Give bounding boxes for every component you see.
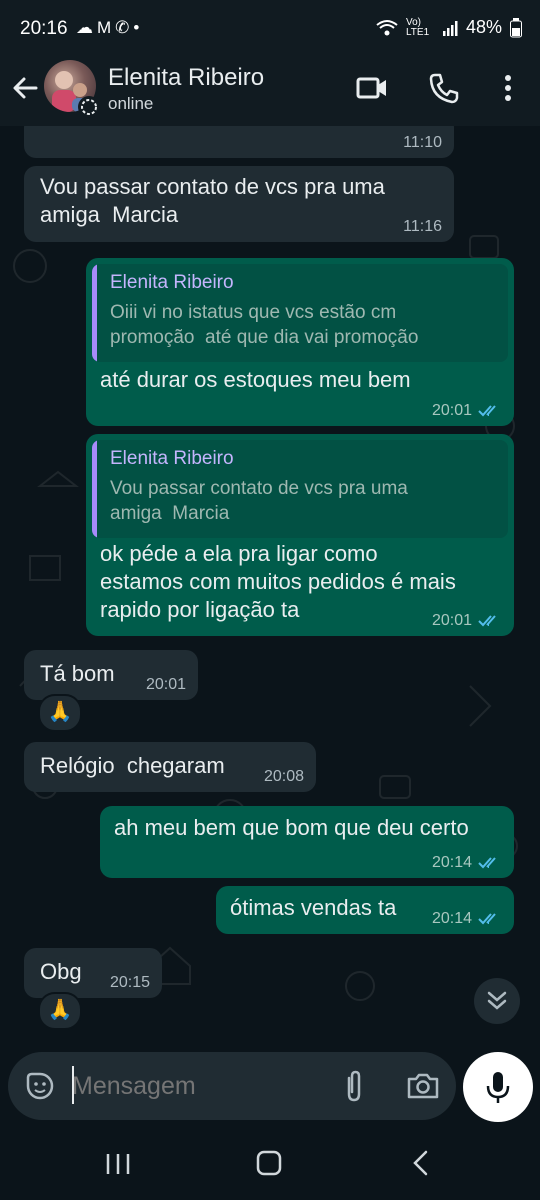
camera-icon[interactable] (406, 1070, 440, 1102)
network-label: Vo) LTE1 (405, 16, 430, 38)
read-ticks-icon (478, 405, 496, 417)
chat-header: Elenita Ribeiro online (0, 58, 540, 126)
message-meta: 20:14 (432, 910, 502, 928)
quoted-message[interactable]: Elenita Ribeiro Vou passar contato de vc… (92, 440, 508, 538)
scroll-to-bottom-button[interactable] (474, 978, 520, 1024)
message-text: ah meu bem que bom que deu certo (114, 815, 469, 840)
microphone-icon (486, 1072, 510, 1103)
message-meta: 20:01 (146, 676, 186, 694)
message-text: até durar os estoques meu bem (100, 367, 411, 392)
gmail-icon: M (97, 18, 116, 37)
back-arrow-icon[interactable] (8, 70, 44, 106)
status-time: 20:16 (20, 18, 68, 39)
message-time: 20:14 (431, 854, 472, 871)
read-ticks-icon (478, 913, 496, 925)
message-bubble-outgoing[interactable]: Elenita Ribeiro Oiii vi no istatus que v… (86, 258, 514, 426)
message-input[interactable] (72, 1066, 322, 1106)
cloud-icon: ☁ (76, 18, 97, 37)
message-time: 20:01 (431, 402, 472, 419)
battery-percent: 48% (465, 17, 502, 37)
quoted-text: Oiii vi no istatus que vcs estão cm prom… (110, 302, 419, 348)
contact-name[interactable]: Elenita Ribeiro (108, 64, 264, 92)
message-bubble-incoming[interactable]: 11:10 (24, 126, 454, 158)
message-meta: 11:10 (403, 134, 442, 152)
message-meta: 20:01 (432, 612, 502, 630)
chat-area[interactable]: 11:10 Vou passar contato de vcs pra uma … (0, 126, 540, 1050)
recent-apps-icon[interactable] (102, 1150, 134, 1178)
emoji-sticker-icon[interactable] (24, 1070, 56, 1102)
back-nav-icon[interactable] (406, 1148, 436, 1178)
message-bubble-outgoing[interactable]: Elenita Ribeiro Vou passar contato de vc… (86, 434, 514, 636)
message-text: Relógio chegaram (40, 753, 225, 778)
battery-icon (510, 17, 522, 37)
message-meta: 20:01 (432, 402, 502, 420)
attach-icon[interactable] (340, 1068, 368, 1104)
read-ticks-icon (478, 857, 496, 869)
quoted-text: Vou passar contato de vcs pra uma amiga … (110, 478, 408, 524)
more-options-icon[interactable] (490, 70, 526, 106)
message-time: 20:01 (431, 612, 472, 629)
system-nav-bar (0, 1128, 540, 1200)
message-text: Obg (40, 959, 82, 984)
contact-status: online (108, 94, 154, 113)
message-time: 20:01 (145, 676, 186, 693)
message-time: 11:16 (403, 218, 442, 235)
quoted-message[interactable]: Elenita Ribeiro Oiii vi no istatus que v… (92, 264, 508, 362)
message-time: 11:10 (403, 134, 442, 151)
missed-call-icon: ✆ (115, 18, 134, 37)
wifi-icon (376, 19, 398, 35)
message-text: ok péde a ela pra ligar como estamos com… (100, 541, 456, 622)
voice-message-button[interactable] (463, 1052, 533, 1122)
message-meta: 20:14 (432, 854, 502, 872)
message-meta: 20:15 (110, 974, 150, 992)
message-meta: 11:16 (403, 218, 442, 236)
reaction-badge[interactable]: 🙏 (38, 694, 82, 732)
message-time: 20:14 (431, 910, 472, 927)
status-ring-icon (78, 96, 100, 118)
message-text: ótimas vendas ta (230, 895, 397, 920)
text-cursor (72, 1066, 74, 1104)
message-bubble-incoming[interactable]: Relógio chegaram 20:08 (24, 742, 316, 792)
home-icon[interactable] (254, 1148, 284, 1178)
message-time: 20:15 (109, 974, 150, 991)
quoted-sender: Elenita Ribeiro (110, 448, 234, 469)
message-composer (8, 1052, 456, 1120)
quoted-sender: Elenita Ribeiro (110, 272, 234, 293)
dot-icon: • (133, 18, 144, 37)
message-bubble-outgoing[interactable]: ah meu bem que bom que deu certo 20:14 (100, 806, 514, 878)
message-bubble-incoming[interactable]: Vou passar contato de vcs pra uma amiga … (24, 166, 454, 242)
message-time: 20:08 (263, 768, 304, 785)
read-ticks-icon (478, 615, 496, 627)
message-bubble-outgoing[interactable]: ótimas vendas ta 20:14 (216, 886, 514, 934)
message-meta: 20:08 (264, 768, 304, 786)
notification-icons: ☁M✆• (76, 18, 143, 38)
signal-icon (442, 20, 458, 36)
video-call-icon[interactable] (354, 70, 390, 106)
message-text: Tá bom (40, 661, 115, 686)
voice-call-icon[interactable] (426, 70, 462, 106)
double-chevron-down-icon (487, 991, 507, 1010)
status-bar: 20:16 ☁M✆• Vo) LTE1 48% (0, 0, 540, 58)
reaction-badge[interactable]: 🙏 (38, 992, 82, 1030)
message-bubble-incoming[interactable]: Obg 20:15 (24, 948, 162, 998)
message-bubble-incoming[interactable]: Tá bom 20:01 (24, 650, 198, 700)
message-text: Vou passar contato de vcs pra uma amiga … (40, 174, 385, 227)
